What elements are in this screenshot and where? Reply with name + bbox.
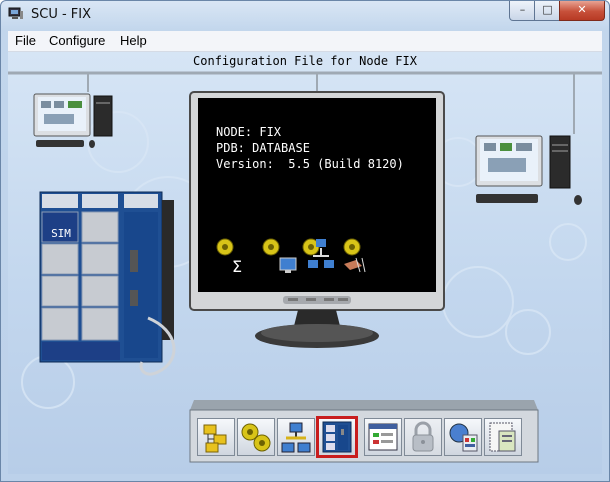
sim-slot-label: SIM	[51, 227, 71, 240]
monitor-info: NODE: FIX PDB: DATABASE Version: 5.5 (Bu…	[216, 124, 404, 172]
scada-config-icon	[322, 421, 352, 453]
svg-text:Σ: Σ	[232, 257, 242, 276]
task-config-button[interactable]	[364, 418, 402, 456]
alarm-operator-icon	[343, 238, 366, 273]
client-area: Configuration File for Node FIX SIM NODE…	[8, 52, 602, 474]
left-workstation-icon	[33, 93, 113, 148]
alarm-display-icon	[262, 238, 297, 273]
alarm-summary-icon: Σ	[216, 238, 242, 276]
local-startup-button[interactable]	[484, 418, 522, 456]
alarm-config-icon	[241, 423, 271, 452]
close-button[interactable]: ✕	[559, 1, 605, 21]
menu-help[interactable]: Help	[120, 33, 147, 48]
config-file-title: Configuration File for Node FIX	[193, 54, 417, 68]
node-line: NODE: FIX	[216, 125, 282, 139]
system-tree-button[interactable]	[197, 418, 235, 456]
version-line: Version: 5.5 (Build 8120)	[216, 157, 404, 171]
right-workstation-icon	[475, 135, 582, 205]
network-config-icon	[281, 422, 311, 453]
title-bar[interactable]: SCU - FIX – □ ✕	[1, 1, 609, 31]
security-icon	[412, 421, 434, 452]
sql-config-icon	[449, 423, 478, 452]
maximize-button[interactable]: □	[534, 1, 561, 21]
scada-config-button[interactable]	[316, 416, 358, 458]
task-config-icon	[368, 423, 398, 451]
sql-config-button[interactable]	[444, 418, 482, 456]
menu-bar: File Configure Help	[8, 31, 602, 52]
local-startup-icon	[489, 422, 516, 452]
monitor-icons-row: Σ	[216, 238, 366, 276]
alarm-config-button[interactable]	[237, 418, 275, 456]
network-config-button[interactable]	[277, 418, 315, 456]
system-tree-icon	[203, 424, 227, 453]
menu-configure[interactable]: Configure	[49, 33, 105, 48]
computer-app-icon	[8, 7, 23, 19]
scu-window: SCU - FIX – □ ✕ File Configure Help Conf…	[0, 0, 610, 482]
alarm-network-icon	[302, 238, 334, 268]
security-button[interactable]	[404, 418, 442, 456]
controller-rack-icon	[39, 191, 176, 376]
window-title: SCU - FIX	[31, 7, 92, 22]
pdb-line: PDB: DATABASE	[216, 141, 310, 155]
minimize-button[interactable]: –	[509, 1, 536, 21]
menu-file[interactable]: File	[15, 33, 36, 48]
